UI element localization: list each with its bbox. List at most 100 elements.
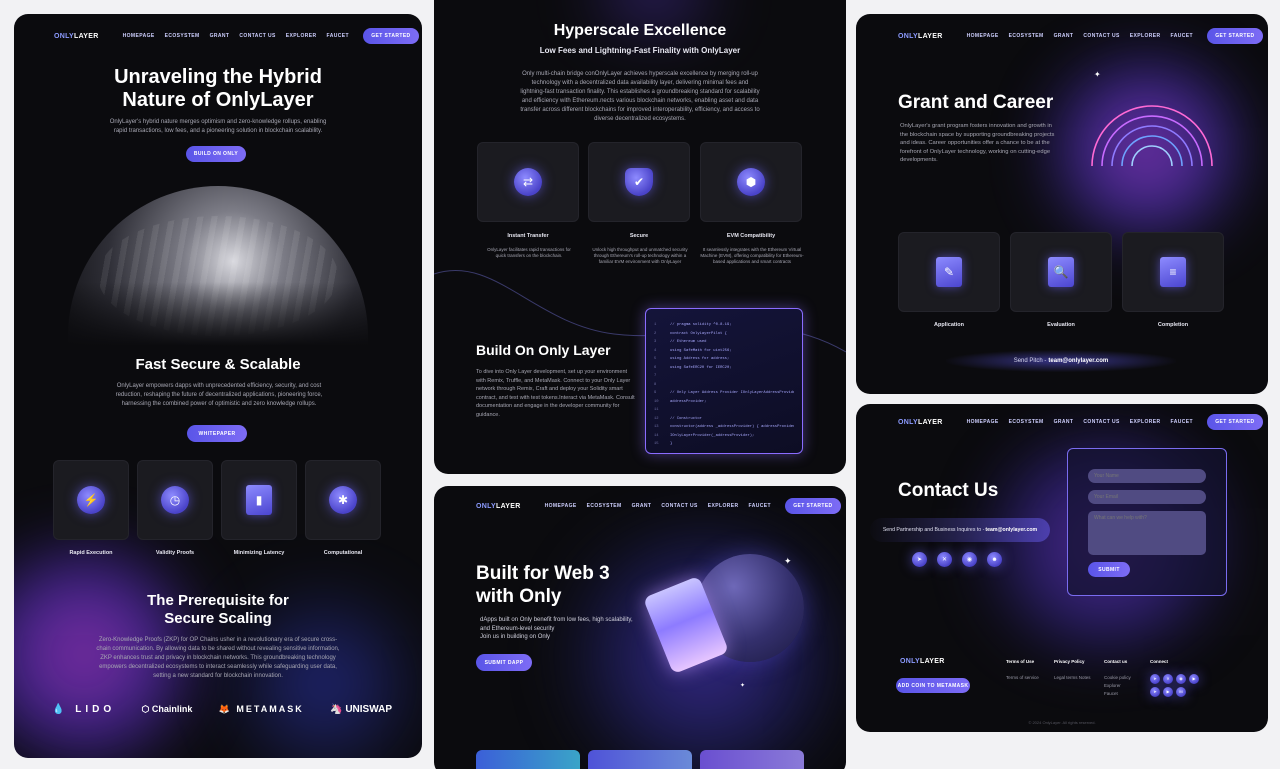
nav-link-homepage[interactable]: HOMEPAGE xyxy=(123,33,155,39)
nav-link-faucet[interactable]: FAUCET xyxy=(327,33,349,39)
nav-links: HOMEPAGE ECOSYSTEM GRANT CONTACT US EXPL… xyxy=(967,419,1193,425)
line-number: 11 xyxy=(654,408,659,412)
web3-title: Built for Web 3 with Only xyxy=(476,562,610,608)
nav-link-grant[interactable]: GRANT xyxy=(1054,419,1074,425)
sparkle-icon: ✦ xyxy=(740,683,746,689)
x-icon[interactable]: ✕ xyxy=(1163,674,1173,684)
nav-link-homepage[interactable]: HOMEPAGE xyxy=(967,33,999,39)
footer-link[interactable]: Faucet xyxy=(1104,691,1118,696)
whitepaper-button[interactable]: WHITEPAPER xyxy=(187,425,247,442)
nav-link-explorer[interactable]: EXPLORER xyxy=(286,33,317,39)
youtube-icon[interactable]: ▶ xyxy=(1189,674,1199,684)
discord-icon[interactable]: ◉ xyxy=(1176,674,1186,684)
footer-link[interactable]: Cookie policy xyxy=(1104,675,1131,680)
nav-link-contact[interactable]: CONTACT US xyxy=(1083,419,1119,425)
nav-links: HOMEPAGE ECOSYSTEM GRANT CONTACT US EXPL… xyxy=(967,33,1193,39)
name-input[interactable] xyxy=(1088,469,1206,483)
chart-icon: ▮ xyxy=(246,485,272,515)
code-line: 6 using SafeERC20 for IERC20; xyxy=(654,364,794,373)
line-number: 1 xyxy=(654,323,657,327)
nav-link-grant[interactable]: GRANT xyxy=(632,503,652,509)
add-coin-metamask-button[interactable]: ADD COIN TO METAMASK xyxy=(896,678,970,693)
nav-link-contact[interactable]: CONTACT US xyxy=(1083,33,1119,39)
nav-link-faucet[interactable]: FAUCET xyxy=(749,503,771,509)
reddit-icon[interactable]: ☻ xyxy=(987,552,1002,567)
line-number: 4 xyxy=(654,348,657,353)
youtube-icon[interactable]: ▶ xyxy=(1163,687,1173,697)
grant-title: Grant and Career xyxy=(898,92,1054,113)
nav-link-homepage[interactable]: HOMEPAGE xyxy=(545,503,577,509)
logo[interactable]: ONLYLAYER xyxy=(476,503,521,510)
hero-title-line2: Nature of OnlyLayer xyxy=(122,89,314,111)
nav-link-explorer[interactable]: EXPLORER xyxy=(1130,33,1161,39)
logo[interactable]: ONLYLAYER xyxy=(898,33,943,40)
nav-link-contact[interactable]: CONTACT US xyxy=(239,33,275,39)
telegram-icon[interactable]: ➤ xyxy=(1150,674,1160,684)
footer-heading: Privacy Policy xyxy=(1054,659,1085,664)
code-text: using SafeMath for uint256; xyxy=(670,348,732,353)
nav-link-faucet[interactable]: FAUCET xyxy=(1171,33,1193,39)
logo[interactable]: ONLYLAYER xyxy=(54,33,99,40)
submit-button[interactable]: SUBMIT xyxy=(1088,562,1130,577)
cube-icon: ⬢ xyxy=(737,168,765,196)
lightning-icon: ⚡ xyxy=(77,486,105,514)
message-textarea[interactable] xyxy=(1088,511,1206,555)
hero-title: Unraveling the Hybrid Nature of OnlyLaye… xyxy=(14,66,422,112)
code-line: 4 using SafeMath for uint256; xyxy=(654,347,794,356)
footer-column-connect: Connect ➤ ✕ ◉ ▶ ➤ ▶ M xyxy=(1150,658,1199,697)
web3-description-line2: and Ethereum-level security xyxy=(480,625,555,632)
telegram-icon[interactable]: ➤ xyxy=(912,552,927,567)
get-started-button[interactable]: GET STARTED xyxy=(362,28,419,44)
feature-card-minimizing-latency: ▮ xyxy=(221,460,297,540)
footer-heading: Terms of Use xyxy=(1006,659,1035,664)
medium-icon[interactable]: M xyxy=(1176,687,1186,697)
email-input[interactable] xyxy=(1088,490,1206,504)
footer-logo[interactable]: ONLYLAYER xyxy=(900,658,945,665)
nav-link-explorer[interactable]: EXPLORER xyxy=(1130,419,1161,425)
nav-link-grant[interactable]: GRANT xyxy=(1054,33,1074,39)
inquiry-email-link[interactable]: team@onlylayer.com xyxy=(985,527,1037,533)
hero-title-line1: Unraveling the Hybrid xyxy=(114,66,322,88)
fast-secure-title: Fast Secure & Scalable xyxy=(135,356,301,373)
partner-logos: 💧 LIDO ⬡ Chainlink 🦊 METAMASK 🦄 UNISWAP xyxy=(52,704,392,715)
nav-link-ecosystem[interactable]: ECOSYSTEM xyxy=(1009,419,1044,425)
feature-label: Computational xyxy=(323,550,363,556)
nav-link-ecosystem[interactable]: ECOSYSTEM xyxy=(165,33,200,39)
nav-link-explorer[interactable]: EXPLORER xyxy=(708,503,739,509)
get-started-button[interactable]: GET STARTED xyxy=(1206,28,1263,44)
step-card-completion: ≡ xyxy=(1122,232,1224,312)
footer-link[interactable]: Explorer xyxy=(1104,683,1121,688)
navbar: ONLYLAYER HOMEPAGE ECOSYSTEM GRANT CONTA… xyxy=(898,28,1263,44)
transfer-icon: ⇄ xyxy=(514,168,542,196)
nav-link-grant[interactable]: GRANT xyxy=(210,33,230,39)
feature-card-validity-proofs: ◷ xyxy=(137,460,213,540)
nav-link-ecosystem[interactable]: ECOSYSTEM xyxy=(587,503,622,509)
code-text: using Address for address; xyxy=(670,357,730,361)
get-started-button[interactable]: GET STARTED xyxy=(784,498,841,514)
telegram-icon[interactable]: ➤ xyxy=(1150,687,1160,697)
discord-icon[interactable]: ◉ xyxy=(962,552,977,567)
feature-label: Minimizing Latency xyxy=(233,550,285,556)
navbar: ONLYLAYER HOMEPAGE ECOSYSTEM GRANT CONTA… xyxy=(54,28,419,44)
nav-link-faucet[interactable]: FAUCET xyxy=(1171,419,1193,425)
build-on-only-button[interactable]: BUILD ON ONLY xyxy=(186,146,246,162)
get-started-button[interactable]: GET STARTED xyxy=(1206,414,1263,430)
shield-icon: ✔ xyxy=(625,168,653,196)
stopwatch-icon: ◷ xyxy=(161,486,189,514)
x-icon[interactable]: ✕ xyxy=(937,552,952,567)
submit-dapp-button[interactable]: SUBMIT DAPP xyxy=(476,654,532,671)
card-secure: ✔ xyxy=(588,142,690,222)
logo[interactable]: ONLYLAYER xyxy=(898,419,943,426)
prerequisite-title-line1: The Prerequisite for xyxy=(147,592,289,609)
web3-description-line1: dApps built on Only benefit from low fee… xyxy=(480,617,633,623)
nav-link-contact[interactable]: CONTACT US xyxy=(661,503,697,509)
code-text: contract OnlyLayerPilot { xyxy=(670,331,727,336)
footer-link[interactable]: Terms of service xyxy=(1006,675,1039,680)
nav-link-ecosystem[interactable]: ECOSYSTEM xyxy=(1009,33,1044,39)
feature-label: Rapid Execution xyxy=(69,550,113,556)
web3-title-line1: Built for Web 3 xyxy=(476,563,610,584)
footer-link[interactable]: Legal terms Notes xyxy=(1054,675,1091,680)
nav-link-homepage[interactable]: HOMEPAGE xyxy=(967,419,999,425)
pitch-email-link[interactable]: team@onlylayer.com xyxy=(1048,358,1108,364)
line-number: 6 xyxy=(654,365,657,370)
